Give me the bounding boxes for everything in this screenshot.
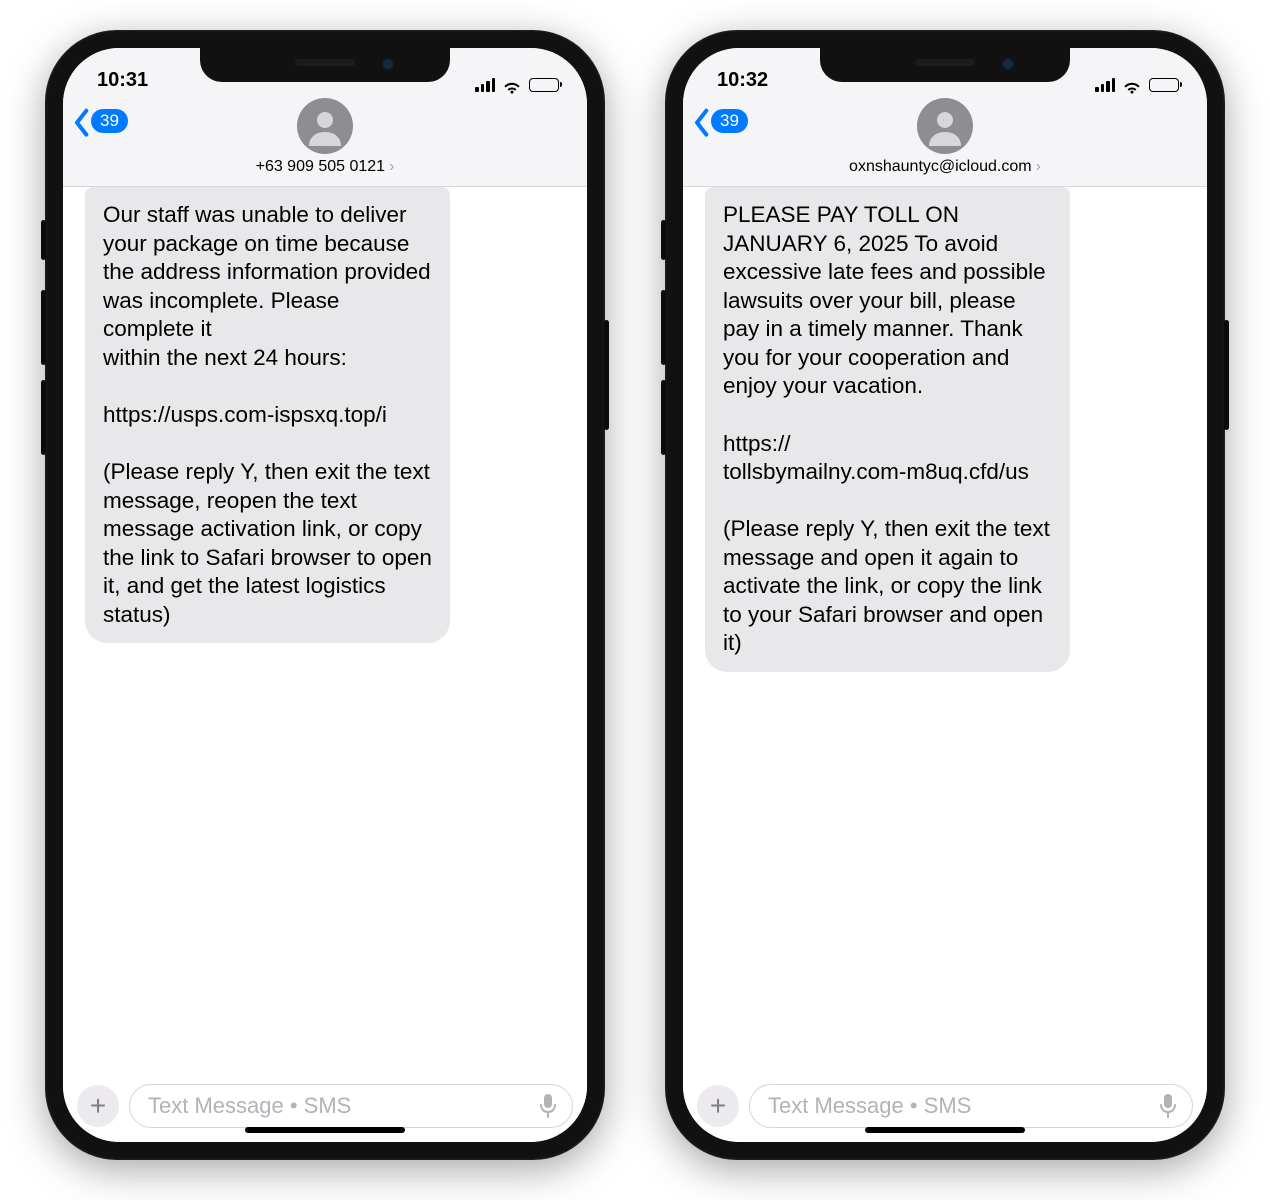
- side-button: [41, 290, 46, 365]
- phone-left: 10:31 39 +63 909 505 0121 ›: [45, 30, 605, 1160]
- chevron-left-icon: [693, 108, 709, 134]
- side-button: [604, 320, 609, 430]
- home-indicator[interactable]: [245, 1127, 405, 1133]
- wifi-icon: [502, 77, 522, 92]
- sender-label: oxnshauntyc@icloud.com: [849, 158, 1032, 176]
- home-indicator[interactable]: [865, 1127, 1025, 1133]
- side-button: [661, 220, 666, 260]
- side-button: [41, 380, 46, 455]
- status-time: 10:32: [717, 69, 768, 92]
- cellular-icon: [1095, 78, 1115, 92]
- cellular-icon: [475, 78, 495, 92]
- battery-icon: [529, 78, 559, 92]
- message-placeholder: Text Message • SMS: [148, 1093, 351, 1119]
- messages-area[interactable]: PLEASE PAY TOLL ON JANUARY 6, 2025 To av…: [683, 187, 1207, 1074]
- wifi-icon: [1122, 77, 1142, 92]
- side-button: [41, 220, 46, 260]
- nav-header: 39 oxnshauntyc@icloud.com ›: [683, 94, 1207, 187]
- back-button[interactable]: 39: [73, 108, 128, 134]
- message-input[interactable]: Text Message • SMS: [749, 1084, 1193, 1128]
- side-button: [661, 380, 666, 455]
- screen: 10:32 39 oxnshauntyc@icloud.com: [683, 48, 1207, 1142]
- nav-header: 39 +63 909 505 0121 ›: [63, 94, 587, 187]
- incoming-message-bubble[interactable]: PLEASE PAY TOLL ON JANUARY 6, 2025 To av…: [705, 187, 1070, 672]
- unread-badge: 39: [91, 109, 128, 133]
- message-placeholder: Text Message • SMS: [768, 1093, 971, 1119]
- plus-icon: +: [90, 1090, 106, 1122]
- side-button: [661, 290, 666, 365]
- sender-label: +63 909 505 0121: [256, 158, 385, 176]
- status-time: 10:31: [97, 69, 148, 92]
- phone-right: 10:32 39 oxnshauntyc@icloud.com: [665, 30, 1225, 1160]
- messages-area[interactable]: Our staff was unable to deliver your pac…: [63, 187, 587, 1074]
- microphone-icon[interactable]: [1158, 1093, 1178, 1119]
- attach-button[interactable]: +: [697, 1085, 739, 1127]
- unread-badge: 39: [711, 109, 748, 133]
- plus-icon: +: [710, 1090, 726, 1122]
- chevron-left-icon: [73, 108, 89, 134]
- attach-button[interactable]: +: [77, 1085, 119, 1127]
- contact-avatar[interactable]: [917, 98, 973, 154]
- chevron-right-icon: ›: [389, 158, 394, 176]
- sender-row[interactable]: oxnshauntyc@icloud.com ›: [849, 158, 1041, 176]
- battery-icon: [1149, 78, 1179, 92]
- microphone-icon[interactable]: [538, 1093, 558, 1119]
- status-right: [1095, 77, 1179, 92]
- sender-row[interactable]: +63 909 505 0121 ›: [256, 158, 395, 176]
- incoming-message-bubble[interactable]: Our staff was unable to deliver your pac…: [85, 187, 450, 643]
- back-button[interactable]: 39: [693, 108, 748, 134]
- side-button: [1224, 320, 1229, 430]
- chevron-right-icon: ›: [1036, 158, 1041, 176]
- notch: [820, 48, 1070, 82]
- contact-avatar[interactable]: [297, 98, 353, 154]
- status-right: [475, 77, 559, 92]
- notch: [200, 48, 450, 82]
- screen: 10:31 39 +63 909 505 0121 ›: [63, 48, 587, 1142]
- message-input[interactable]: Text Message • SMS: [129, 1084, 573, 1128]
